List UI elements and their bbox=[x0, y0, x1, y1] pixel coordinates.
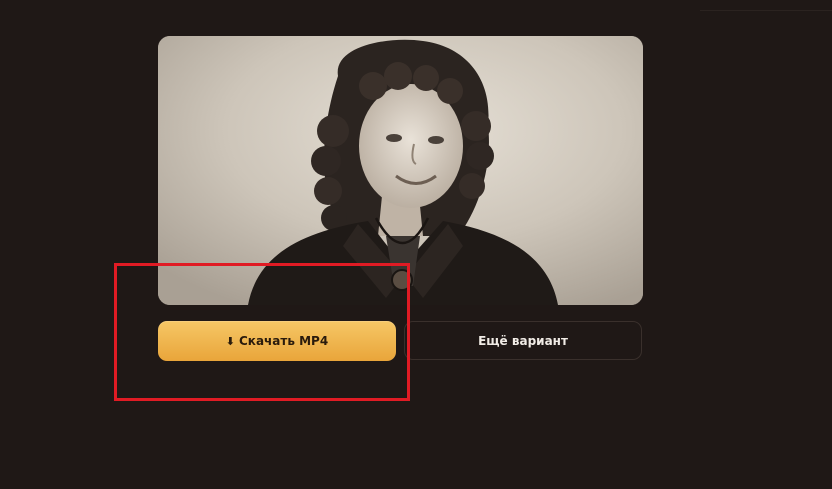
another-variant-label: Ещё вариант bbox=[478, 333, 568, 348]
download-arrow-icon: ⬇ bbox=[225, 334, 235, 348]
download-mp4-label: Скачать MP4 bbox=[239, 334, 329, 348]
page: ⬇ Скачать MP4 Ещё вариант bbox=[0, 0, 832, 489]
result-photo bbox=[158, 36, 643, 305]
another-variant-button[interactable]: Ещё вариант bbox=[404, 321, 642, 360]
top-divider bbox=[700, 10, 832, 11]
download-mp4-button[interactable]: ⬇ Скачать MP4 bbox=[158, 321, 396, 361]
portrait-image bbox=[158, 36, 643, 305]
